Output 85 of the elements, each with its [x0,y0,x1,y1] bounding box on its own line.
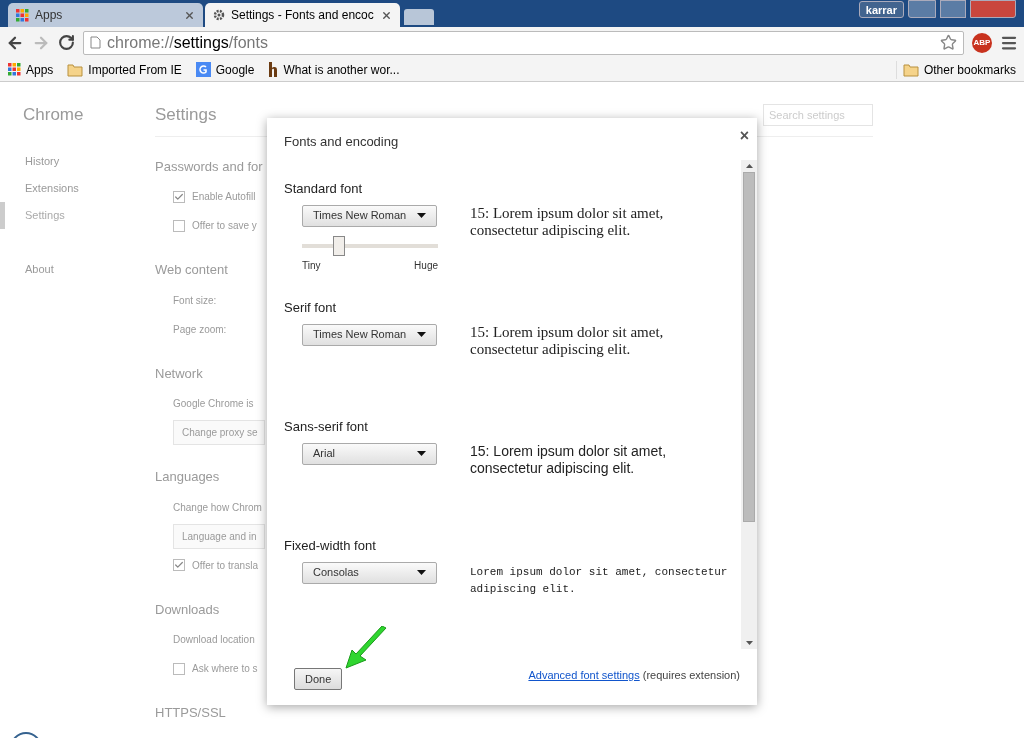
check-icon [174,191,184,202]
slider-thumb[interactable] [332,235,345,256]
restore-button[interactable] [940,0,966,18]
font-sample: 15: Lorem ipsum dolor sit amet, consectetur adipiscing elit. [470,204,665,240]
done-button[interactable]: Done [294,668,343,690]
bookmark-label: Google [215,61,255,79]
sidebar-title: Chrome [22,104,85,126]
h-letter-icon [268,62,279,77]
extension-badge[interactable]: ABP [972,32,992,53]
caret-icon [417,213,426,218]
bookmark[interactable]: Imported From IE [67,60,182,79]
tab-title: Apps [35,7,64,24]
font-label: Sans-serif font [284,418,369,436]
checkbox[interactable] [173,662,185,675]
setting-label: Page zoom: [173,322,227,337]
folder-icon [67,62,84,77]
check-icon [174,560,184,570]
close-icon[interactable] [184,9,195,21]
advanced-note: Advanced font settings (requires extension) [528,667,740,683]
advanced-font-settings-link[interactable]: Advanced font settings [528,668,640,681]
browser-tab[interactable]: Settings - Fonts and encoc [205,3,400,27]
font-dropdown[interactable]: Times New Roman [302,323,437,346]
section-heading: Downloads [155,600,220,619]
bookmark[interactable]: Apps [8,60,54,79]
scrollbar[interactable] [741,160,757,649]
url-text: chrome://settings/fonts [107,32,269,53]
section-heading: Web content [155,261,228,279]
bookmark[interactable]: Google [195,60,255,79]
page-icon [90,36,101,49]
bookmark-label: Other bookmarks [923,61,1016,79]
setting-label: Font size: [173,293,217,308]
window-close-button[interactable] [970,0,1016,18]
bookmark-label: Imported From IE [88,61,182,79]
caret-icon [417,570,426,575]
setting-label: Offer to save y [192,219,257,233]
bookmark-label: What is another wor... [283,61,400,79]
apps-grid-icon [8,63,21,76]
setting-label: Enable Autofill [192,190,256,204]
scroll-down-icon[interactable] [745,641,753,645]
section-heading: Passwords and for [155,157,263,176]
checkbox[interactable] [173,190,185,203]
font-size-slider[interactable] [302,235,438,256]
tab-title: Settings - Fonts and encoc [231,7,375,24]
font-label: Serif font [284,299,338,317]
profile-button[interactable]: karrar [858,1,904,18]
close-button[interactable]: × [739,124,749,148]
scroll-up-icon[interactable] [745,164,753,168]
font-label: Standard font [284,180,364,198]
browser-tab[interactable]: Apps [8,3,203,27]
section-heading: Languages [155,468,220,486]
minimize-button[interactable] [908,0,936,18]
gear-icon [213,9,225,21]
setting-label: Ask where to s [192,662,258,676]
address-bar[interactable]: chrome://settings/fonts [83,30,964,55]
checkbox[interactable] [173,219,185,232]
slider-min-label: Tiny [302,258,321,273]
caret-icon [417,332,426,337]
slider-max-label: Huge [414,258,438,273]
arrow-drawing [344,626,388,670]
setting-label: Offer to transla [192,558,258,573]
font-dropdown[interactable]: Consolas [302,561,437,584]
page-title: Settings [155,104,218,126]
apps-grid-icon [16,8,29,22]
other-bookmarks[interactable]: Other bookmarks [895,60,1016,79]
bookmark-label: Apps [26,61,54,79]
font-sample: 15: Lorem ipsum dolor sit amet, consectetur adipiscing elit. [470,323,665,358]
bookmark[interactable]: What is another wor... [268,60,400,79]
font-dropdown[interactable]: Times New Roman [302,204,437,227]
font-dropdown[interactable]: Arial [302,442,437,465]
google-g-icon [195,62,211,77]
setting-label: Change how Chrom [173,500,262,515]
setting-label: Download location [173,633,255,647]
setting-label: Google Chrome is [173,397,254,411]
checkbox[interactable] [173,559,185,571]
section-heading: Network [155,364,203,383]
section-heading: HTTPS/SSL [155,704,226,722]
reload-icon[interactable] [58,34,75,51]
font-sample: Lorem ipsum dolor sit amet, consectetur adipiscing elit. [470,564,729,597]
close-icon[interactable] [381,9,392,21]
dialog-title: Fonts and encoding [284,133,400,151]
caret-icon [417,451,426,456]
folder-icon [902,62,919,77]
star-icon[interactable] [940,34,957,51]
font-label: Fixed-width font [284,537,377,555]
font-sample: 15: Lorem ipsum dolor sit amet, consectetur adipiscing elit. [470,442,668,477]
